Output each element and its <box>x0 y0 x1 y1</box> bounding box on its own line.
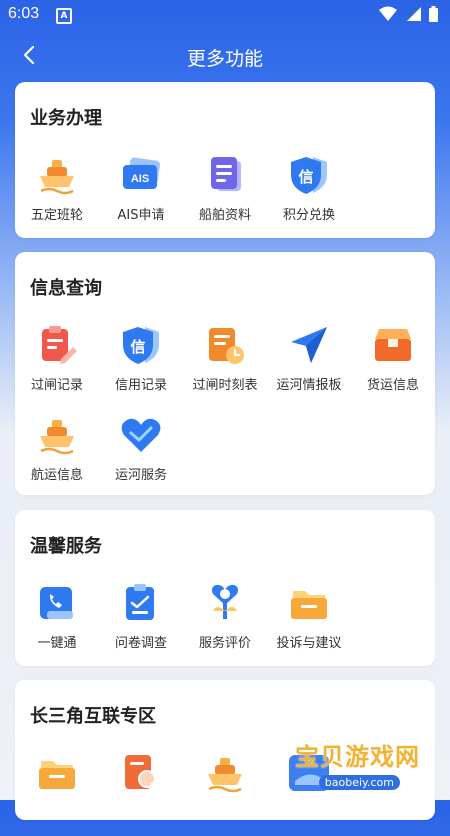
credit-shield-icon: 信 <box>287 153 331 197</box>
survey-icon <box>119 581 163 625</box>
feature-item[interactable]: 信信用记录 <box>99 318 183 408</box>
feature-item[interactable]: 信积分兑换 <box>267 148 351 238</box>
document-icon <box>203 153 247 197</box>
section-business: 业务办理 五定班轮 AIS AIS申请 船舶资料 信积分兑换 <box>15 82 435 238</box>
feature-item-label: 问卷调查 <box>114 636 167 651</box>
send-arrow-icon <box>287 323 331 367</box>
cargo-box-icon <box>371 323 415 367</box>
watermark-text: 宝贝游戏网 <box>295 743 420 771</box>
feature-item-label: 信用记录 <box>114 378 167 393</box>
feature-item-label: 运河情报板 <box>276 378 342 393</box>
section-title: 业务办理 <box>30 108 102 129</box>
credit-shield-icon: 信 <box>119 323 163 367</box>
evaluation-icon <box>203 581 247 625</box>
app-notification-icon: A <box>56 8 72 24</box>
folder-icon <box>35 751 79 795</box>
watermark-url: baobeiy.com <box>318 775 400 790</box>
feature-item[interactable] <box>99 746 183 836</box>
feature-item[interactable]: AIS AIS申请 <box>99 148 183 238</box>
feature-item-label: 过闸时刻表 <box>192 378 258 393</box>
section-title: 信息查询 <box>30 278 102 299</box>
search-doc-icon <box>119 751 163 795</box>
schedule-clock-icon <box>203 323 247 367</box>
feature-item[interactable]: 运河情报板 <box>267 318 351 408</box>
feature-item[interactable]: 过闸记录 <box>15 318 99 408</box>
svg-text:信: 信 <box>298 168 313 186</box>
feature-item[interactable]: 问卷调查 <box>99 576 183 666</box>
ship-icon <box>35 413 79 457</box>
heart-handshake-icon <box>119 413 163 457</box>
phone-icon <box>35 581 79 625</box>
svg-text:信: 信 <box>130 338 145 356</box>
status-bar: 6:03 A <box>0 0 450 32</box>
feature-item-label: 过闸记录 <box>30 378 83 393</box>
feature-item[interactable]: 船舶资料 <box>183 148 267 238</box>
feature-item[interactable] <box>15 746 99 836</box>
status-icons <box>379 6 438 22</box>
feature-item-label: 积分兑换 <box>282 208 335 223</box>
feature-item-label: 服务评价 <box>198 636 251 651</box>
section-info-query: 信息查询 过闸记录信信用记录 过闸时刻表 运河情报板 货运信息 航运信息 运河服务 <box>15 252 435 495</box>
feature-item[interactable] <box>183 746 267 836</box>
feature-item-label: AIS申请 <box>117 208 165 223</box>
feature-item[interactable]: 航运信息 <box>15 408 99 498</box>
feature-item[interactable]: 运河服务 <box>99 408 183 498</box>
feature-item[interactable]: 货运信息 <box>351 318 435 408</box>
watermark-logo: 宝贝游戏网 baobeiy.com <box>270 702 420 792</box>
section-care-services: 温馨服务 一键通 问卷调查 服务评价 投诉与建议 <box>15 510 435 666</box>
feature-item-label: 船舶资料 <box>198 208 251 223</box>
feature-item[interactable]: 五定班轮 <box>15 148 99 238</box>
feature-item-label: 航运信息 <box>30 468 83 483</box>
ship-icon <box>203 751 247 795</box>
ais-card-icon: AIS <box>119 153 163 197</box>
feature-item[interactable]: 一键通 <box>15 576 99 666</box>
page-title: 更多功能 <box>186 48 263 70</box>
ship-icon <box>35 153 79 197</box>
feature-item-label: 运河服务 <box>114 468 167 483</box>
status-time: 6:03 <box>8 5 40 22</box>
section-title: 温馨服务 <box>30 536 102 557</box>
wifi-icon <box>379 6 397 21</box>
feature-item-label: 投诉与建议 <box>276 636 342 651</box>
feature-item-label: 五定班轮 <box>30 208 83 223</box>
battery-icon <box>429 6 438 22</box>
feature-item-label: 一键通 <box>37 636 77 651</box>
folder-icon <box>287 581 331 625</box>
clipboard-edit-icon <box>35 323 79 367</box>
nav-bar: 更多功能 <box>0 32 450 80</box>
feature-item-label: 货运信息 <box>366 378 419 393</box>
feature-item[interactable]: 过闸时刻表 <box>183 318 267 408</box>
svg-text:AIS: AIS <box>131 173 149 185</box>
feature-item[interactable]: 投诉与建议 <box>267 576 351 666</box>
signal-icon <box>407 7 421 21</box>
section-title: 长三角互联专区 <box>30 706 156 727</box>
feature-item[interactable]: 服务评价 <box>183 576 267 666</box>
